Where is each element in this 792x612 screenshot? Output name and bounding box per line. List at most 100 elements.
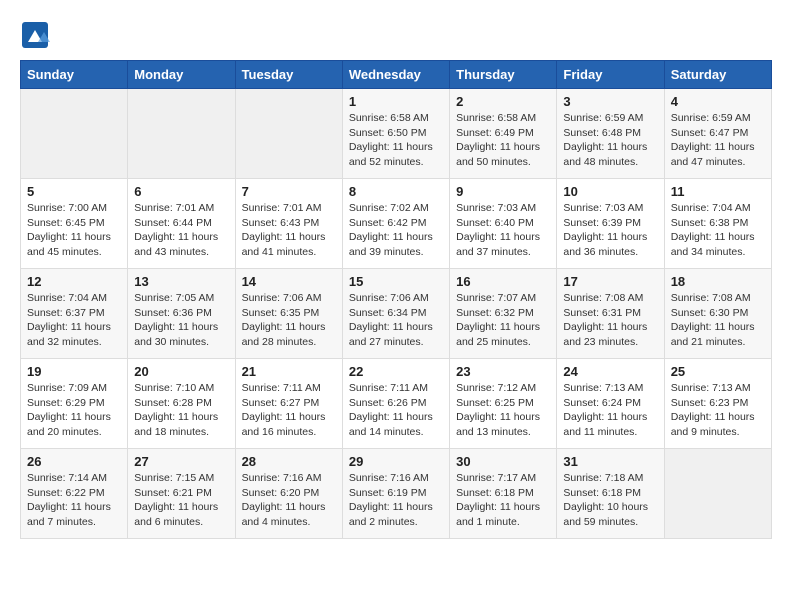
calendar-cell: 19Sunrise: 7:09 AMSunset: 6:29 PMDayligh… [21, 359, 128, 449]
day-number: 31 [563, 454, 657, 469]
logo [20, 20, 54, 50]
day-of-week-header: Thursday [450, 61, 557, 89]
day-of-week-header: Friday [557, 61, 664, 89]
day-info: Sunrise: 6:58 AMSunset: 6:49 PMDaylight:… [456, 111, 550, 170]
calendar-cell: 20Sunrise: 7:10 AMSunset: 6:28 PMDayligh… [128, 359, 235, 449]
day-number: 3 [563, 94, 657, 109]
calendar-cell: 29 Sunrise: 7:16 AMSunset: 6:19 PMDayligh… [342, 449, 449, 539]
day-info: Sunrise: 7:08 AMSunset: 6:31 PMDaylight:… [563, 291, 657, 350]
day-number: 17 [563, 274, 657, 289]
day-of-week-header: Sunday [21, 61, 128, 89]
calendar-cell [235, 89, 342, 179]
day-number: 14 [242, 274, 336, 289]
calendar-cell: 25 Sunrise: 7:13 AMSunset: 6:23 PMDayligh… [664, 359, 771, 449]
day-info: Sunrise: 7:07 AMSunset: 6:32 PMDaylight:… [456, 291, 550, 350]
calendar-week-row: 26Sunrise: 7:14 AMSunset: 6:22 PMDayligh… [21, 449, 772, 539]
day-info: Sunrise: 7:10 AMSunset: 6:28 PMDaylight:… [134, 381, 228, 440]
calendar-cell: 17 Sunrise: 7:08 AMSunset: 6:31 PMDayligh… [557, 269, 664, 359]
calendar-cell: 10 Sunrise: 7:03 AMSunset: 6:39 PMDayligh… [557, 179, 664, 269]
day-info: Sunrise: 7:03 AMSunset: 6:40 PMDaylight:… [456, 201, 550, 260]
calendar-cell: 15 Sunrise: 7:06 AMSunset: 6:34 PMDayligh… [342, 269, 449, 359]
calendar-cell: 23 Sunrise: 7:12 AMSunset: 6:25 PMDayligh… [450, 359, 557, 449]
day-info: Sunrise: 7:13 AMSunset: 6:24 PMDaylight:… [563, 381, 657, 440]
day-number: 10 [563, 184, 657, 199]
day-info: Sunrise: 7:01 AMSunset: 6:43 PMDaylight:… [242, 201, 336, 260]
calendar-cell [21, 89, 128, 179]
day-info: Sunrise: 7:04 AMSunset: 6:37 PMDaylight:… [27, 291, 121, 350]
calendar-cell: 21 Sunrise: 7:11 AMSunset: 6:27 PMDayligh… [235, 359, 342, 449]
calendar-cell: 14 Sunrise: 7:06 AMSunset: 6:35 PMDayligh… [235, 269, 342, 359]
day-info: Sunrise: 7:09 AMSunset: 6:29 PMDaylight:… [27, 381, 121, 440]
calendar-cell: 24 Sunrise: 7:13 AMSunset: 6:24 PMDayligh… [557, 359, 664, 449]
day-of-week-header: Saturday [664, 61, 771, 89]
day-number: 15 [349, 274, 443, 289]
day-info: Sunrise: 7:15 AMSunset: 6:21 PMDaylight:… [134, 471, 228, 530]
day-info: Sunrise: 7:02 AMSunset: 6:42 PMDaylight:… [349, 201, 443, 260]
day-number: 12 [27, 274, 121, 289]
calendar-cell: 1 Sunrise: 6:58 AMSunset: 6:50 PMDaylight… [342, 89, 449, 179]
day-info: Sunrise: 6:59 AMSunset: 6:48 PMDaylight:… [563, 111, 657, 170]
day-info: Sunrise: 7:06 AMSunset: 6:35 PMDaylight:… [242, 291, 336, 350]
day-info: Sunrise: 7:08 AMSunset: 6:30 PMDaylight:… [671, 291, 765, 350]
logo-icon [20, 20, 50, 50]
day-info: Sunrise: 7:16 AMSunset: 6:19 PMDaylight:… [349, 471, 443, 530]
day-number: 8 [349, 184, 443, 199]
day-info: Sunrise: 7:04 AMSunset: 6:38 PMDaylight:… [671, 201, 765, 260]
calendar-cell: 27 Sunrise: 7:15 AMSunset: 6:21 PMDayligh… [128, 449, 235, 539]
calendar-cell: 22 Sunrise: 7:11 AMSunset: 6:26 PMDayligh… [342, 359, 449, 449]
day-info: Sunrise: 7:06 AMSunset: 6:34 PMDaylight:… [349, 291, 443, 350]
calendar-cell: 12 Sunrise: 7:04 AMSunset: 6:37 PMDayligh… [21, 269, 128, 359]
day-number: 16 [456, 274, 550, 289]
calendar-cell: 7 Sunrise: 7:01 AMSunset: 6:43 PMDaylight… [235, 179, 342, 269]
day-info: Sunrise: 7:18 AMSunset: 6:18 PMDaylight:… [563, 471, 657, 530]
day-info: Sunrise: 7:01 AMSunset: 6:44 PMDaylight:… [134, 201, 228, 260]
calendar-cell [128, 89, 235, 179]
day-info: Sunrise: 7:11 AMSunset: 6:26 PMDaylight:… [349, 381, 443, 440]
calendar-cell: 4 Sunrise: 6:59 AMSunset: 6:47 PMDaylight… [664, 89, 771, 179]
page-header [20, 20, 772, 50]
day-number: 29 [349, 454, 443, 469]
day-number: 4 [671, 94, 765, 109]
day-info: Sunrise: 7:11 AMSunset: 6:27 PMDaylight:… [242, 381, 336, 440]
day-number: 13 [134, 274, 228, 289]
day-number: 26 [27, 454, 121, 469]
calendar-cell: 6 Sunrise: 7:01 AMSunset: 6:44 PMDaylight… [128, 179, 235, 269]
day-number: 27 [134, 454, 228, 469]
day-number: 18 [671, 274, 765, 289]
day-number: 11 [671, 184, 765, 199]
calendar-week-row: 12 Sunrise: 7:04 AMSunset: 6:37 PMDayligh… [21, 269, 772, 359]
day-number: 24 [563, 364, 657, 379]
calendar-cell: 18 Sunrise: 7:08 AMSunset: 6:30 PMDayligh… [664, 269, 771, 359]
calendar-cell: 5 Sunrise: 7:00 AMSunset: 6:45 PMDaylight… [21, 179, 128, 269]
day-number: 23 [456, 364, 550, 379]
day-number: 21 [242, 364, 336, 379]
calendar-cell: 2Sunrise: 6:58 AMSunset: 6:49 PMDaylight… [450, 89, 557, 179]
day-info: Sunrise: 6:58 AMSunset: 6:50 PMDaylight:… [349, 111, 443, 170]
day-info: Sunrise: 7:12 AMSunset: 6:25 PMDaylight:… [456, 381, 550, 440]
day-info: Sunrise: 7:00 AMSunset: 6:45 PMDaylight:… [27, 201, 121, 260]
calendar-cell: 11 Sunrise: 7:04 AMSunset: 6:38 PMDayligh… [664, 179, 771, 269]
calendar-cell [664, 449, 771, 539]
calendar-week-row: 1 Sunrise: 6:58 AMSunset: 6:50 PMDaylight… [21, 89, 772, 179]
day-number: 1 [349, 94, 443, 109]
day-of-week-header: Monday [128, 61, 235, 89]
day-number: 30 [456, 454, 550, 469]
day-of-week-header: Tuesday [235, 61, 342, 89]
calendar-cell: 13Sunrise: 7:05 AMSunset: 6:36 PMDayligh… [128, 269, 235, 359]
day-info: Sunrise: 7:13 AMSunset: 6:23 PMDaylight:… [671, 381, 765, 440]
day-info: Sunrise: 7:17 AMSunset: 6:18 PMDaylight:… [456, 471, 550, 530]
calendar-cell: 26Sunrise: 7:14 AMSunset: 6:22 PMDayligh… [21, 449, 128, 539]
day-number: 9 [456, 184, 550, 199]
day-number: 7 [242, 184, 336, 199]
day-number: 25 [671, 364, 765, 379]
day-number: 5 [27, 184, 121, 199]
day-number: 6 [134, 184, 228, 199]
calendar-week-row: 19Sunrise: 7:09 AMSunset: 6:29 PMDayligh… [21, 359, 772, 449]
day-of-week-header: Wednesday [342, 61, 449, 89]
day-info: Sunrise: 6:59 AMSunset: 6:47 PMDaylight:… [671, 111, 765, 170]
calendar-cell: 31 Sunrise: 7:18 AMSunset: 6:18 PMDayligh… [557, 449, 664, 539]
day-number: 22 [349, 364, 443, 379]
calendar-cell: 16 Sunrise: 7:07 AMSunset: 6:32 PMDayligh… [450, 269, 557, 359]
day-info: Sunrise: 7:03 AMSunset: 6:39 PMDaylight:… [563, 201, 657, 260]
calendar-week-row: 5 Sunrise: 7:00 AMSunset: 6:45 PMDaylight… [21, 179, 772, 269]
